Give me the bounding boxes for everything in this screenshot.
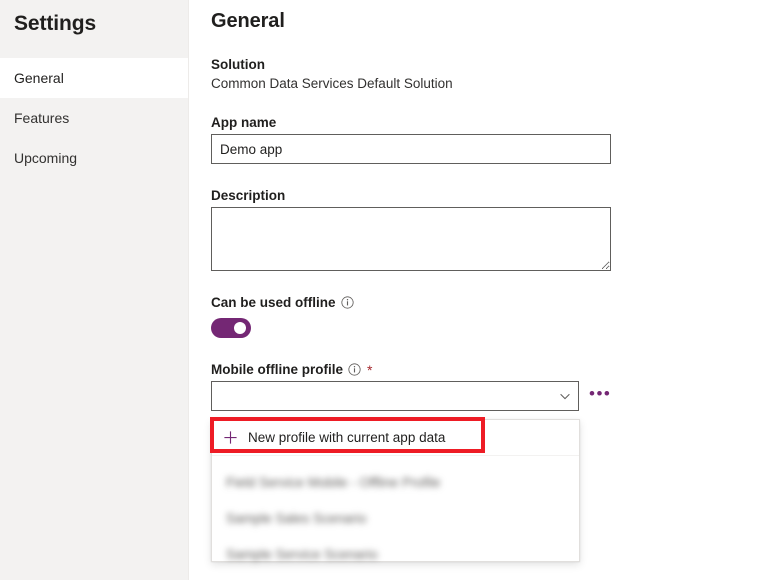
- description-label: Description: [211, 188, 765, 203]
- description-label-text: Description: [211, 188, 285, 203]
- solution-label: Solution: [211, 57, 765, 72]
- mobile-offline-profile-dropdown: New profile with current app data Field …: [211, 419, 580, 562]
- dropdown-item-option[interactable]: Sample Sales Scenario: [212, 500, 579, 536]
- mobile-offline-profile-label: Mobile offline profile *: [211, 362, 765, 377]
- sidebar-nav-list: General Features Upcoming: [0, 58, 188, 178]
- app-name-label-text: App name: [211, 115, 276, 130]
- dropdown-spacer: [212, 456, 579, 464]
- toggle-knob: [234, 322, 246, 334]
- mobile-offline-profile-field: Mobile offline profile *: [211, 362, 765, 411]
- sidebar-item-label: Features: [14, 110, 69, 126]
- sidebar: Settings General Features Upcoming: [0, 0, 189, 580]
- sidebar-item-general[interactable]: General: [0, 58, 188, 98]
- offline-toggle-label: Can be used offline: [211, 295, 765, 310]
- solution-label-text: Solution: [211, 57, 265, 72]
- offline-toggle-switch[interactable]: [211, 318, 251, 338]
- solution-value: Common Data Services Default Solution: [211, 76, 765, 91]
- settings-page: Settings General Features Upcoming Gener…: [0, 0, 765, 580]
- required-asterisk: *: [367, 363, 372, 377]
- mobile-offline-profile-combobox[interactable]: [211, 381, 579, 411]
- sidebar-item-label: General: [14, 70, 64, 86]
- dropdown-item-label: Sample Sales Scenario: [226, 511, 366, 526]
- dropdown-item-label: Sample Service Scenario: [226, 547, 378, 562]
- dropdown-item-option[interactable]: Sample Service Scenario: [212, 536, 579, 572]
- dropdown-item-label: New profile with current app data: [248, 430, 445, 445]
- dropdown-item-option[interactable]: Field Service Mobile - Offline Profile: [212, 464, 579, 500]
- page-title: General: [211, 10, 765, 33]
- app-name-field: App name: [211, 115, 765, 164]
- sidebar-item-upcoming[interactable]: Upcoming: [0, 138, 188, 178]
- app-name-label: App name: [211, 115, 765, 130]
- description-field: Description: [211, 188, 765, 271]
- info-icon[interactable]: [348, 363, 361, 376]
- chevron-down-icon[interactable]: [558, 389, 572, 403]
- sidebar-item-label: Upcoming: [14, 150, 77, 166]
- info-icon[interactable]: [341, 296, 354, 309]
- app-name-input[interactable]: [211, 134, 611, 164]
- mobile-offline-profile-row: •••: [211, 381, 765, 411]
- sidebar-item-features[interactable]: Features: [0, 98, 188, 138]
- more-options-button[interactable]: •••: [589, 388, 611, 404]
- dropdown-item-new-profile[interactable]: New profile with current app data: [212, 420, 579, 456]
- dropdown-item-label: Field Service Mobile - Offline Profile: [226, 475, 440, 490]
- description-textarea[interactable]: [211, 207, 611, 271]
- sidebar-title: Settings: [0, 0, 188, 36]
- offline-toggle-field: Can be used offline: [211, 295, 765, 338]
- offline-toggle-label-text: Can be used offline: [211, 295, 336, 310]
- mobile-offline-profile-label-text: Mobile offline profile: [211, 362, 343, 377]
- solution-field: Solution Common Data Services Default So…: [211, 57, 765, 91]
- plus-icon: [223, 430, 238, 445]
